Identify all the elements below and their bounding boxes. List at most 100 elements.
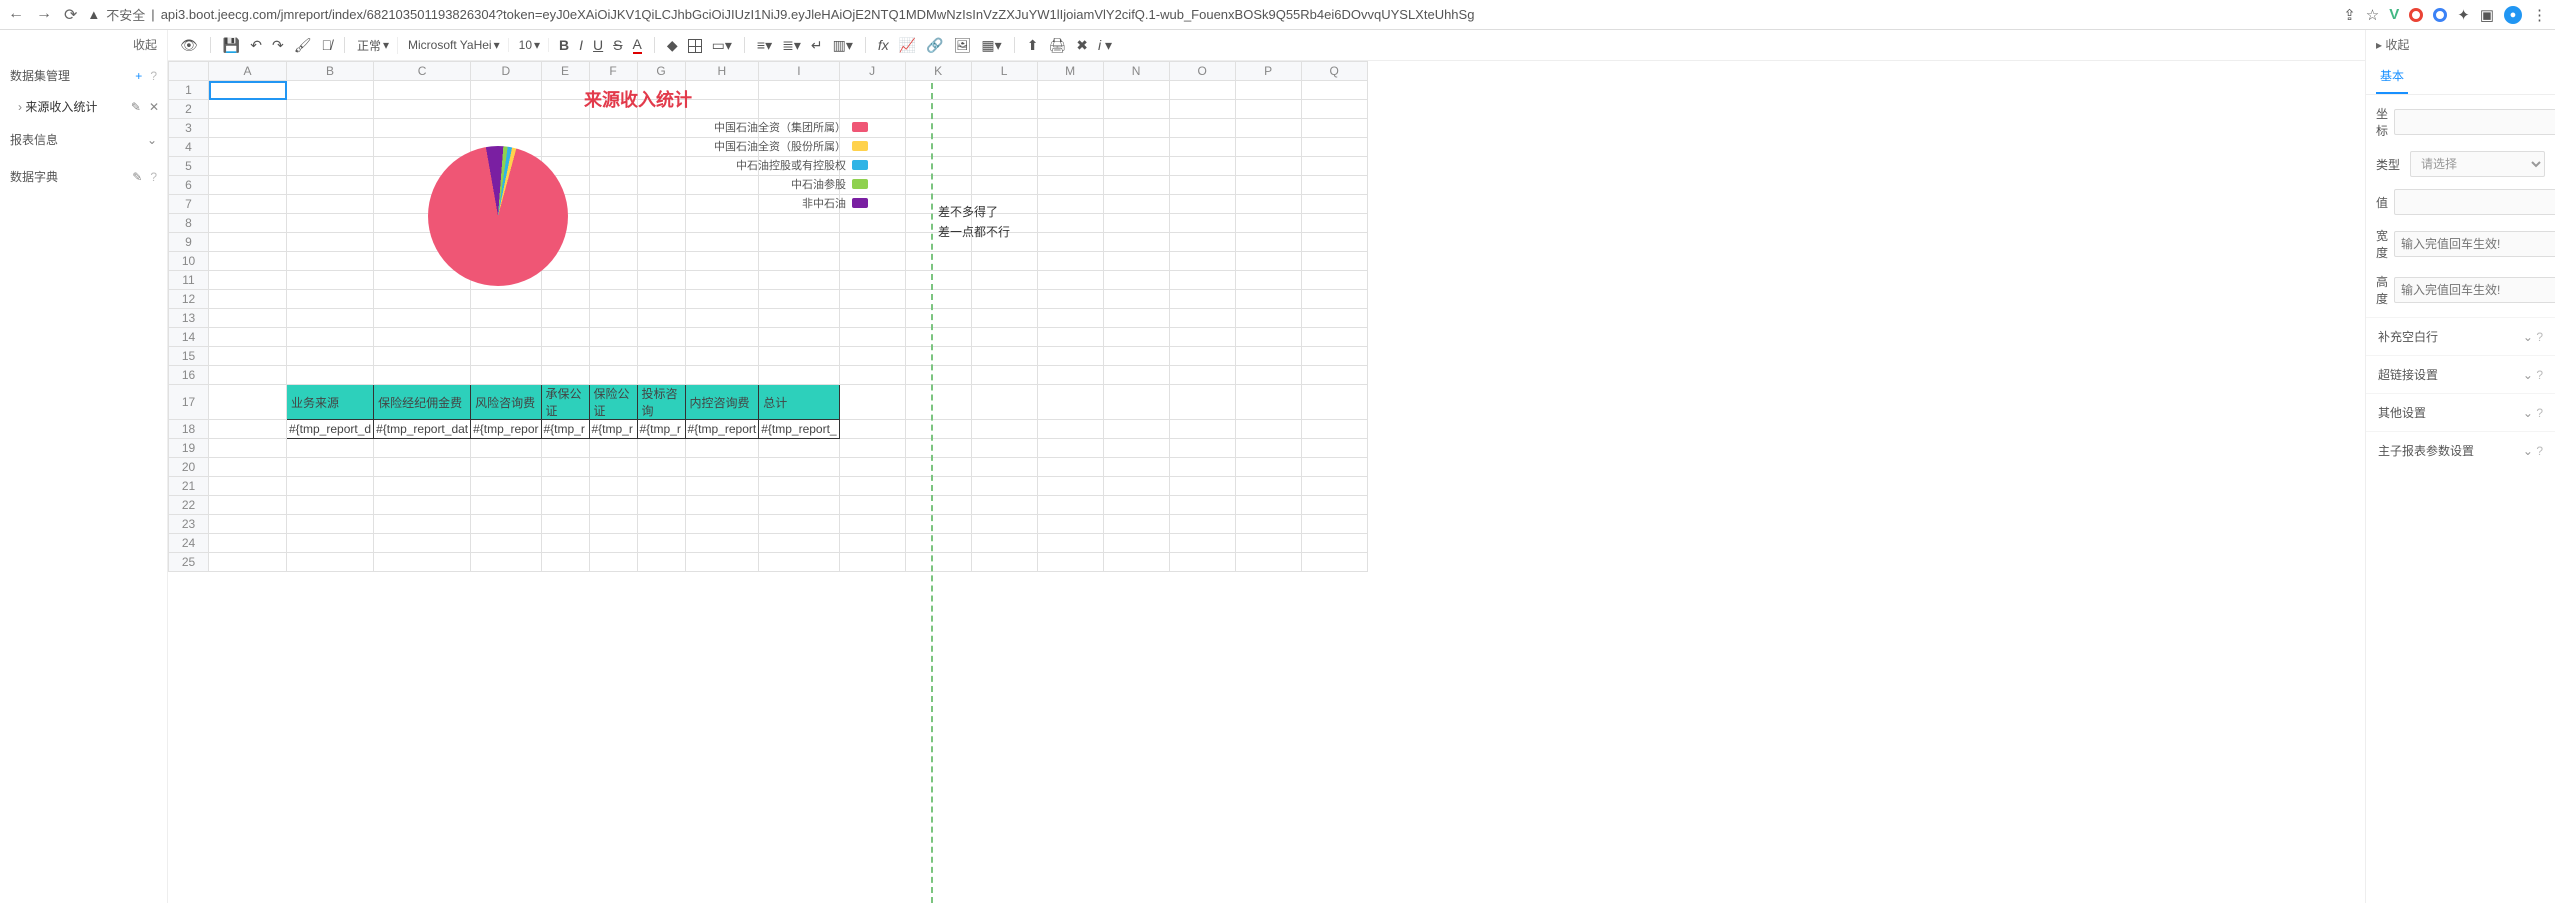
cell[interactable] xyxy=(685,439,759,458)
row-header[interactable]: 13 xyxy=(169,309,209,328)
cell[interactable] xyxy=(1103,458,1169,477)
type-select[interactable]: 请选择 xyxy=(2410,151,2545,177)
width-input[interactable] xyxy=(2394,231,2555,257)
cell[interactable] xyxy=(839,534,905,553)
col-header[interactable]: F xyxy=(589,62,637,81)
cell[interactable] xyxy=(1301,385,1367,420)
cell[interactable] xyxy=(637,458,685,477)
profile-avatar-icon[interactable]: ● xyxy=(2504,6,2522,24)
cell[interactable] xyxy=(209,119,287,138)
cell[interactable] xyxy=(287,534,374,553)
cell[interactable] xyxy=(287,214,374,233)
cell[interactable] xyxy=(1235,309,1301,328)
cell[interactable] xyxy=(1037,100,1103,119)
cell[interactable] xyxy=(1037,328,1103,347)
cell[interactable] xyxy=(1301,138,1367,157)
row-header[interactable]: 25 xyxy=(169,553,209,572)
forward-icon[interactable]: → xyxy=(36,5,52,25)
clear-format-icon[interactable]: Ａ̸ xyxy=(321,37,332,53)
cell[interactable] xyxy=(759,347,839,366)
row-header[interactable]: 12 xyxy=(169,290,209,309)
cell[interactable] xyxy=(1037,477,1103,496)
cell[interactable] xyxy=(1103,439,1169,458)
cell[interactable] xyxy=(839,420,905,439)
underline-icon[interactable]: U xyxy=(593,37,603,53)
back-icon[interactable]: ← xyxy=(8,5,24,25)
cell[interactable] xyxy=(374,366,471,385)
legend-item[interactable]: 中国石油全资（集团所属） xyxy=(714,119,868,135)
cell[interactable] xyxy=(287,515,374,534)
cell[interactable] xyxy=(971,252,1037,271)
cell[interactable] xyxy=(905,309,971,328)
cell[interactable] xyxy=(1103,195,1169,214)
cell[interactable]: #{tmp_report xyxy=(685,420,759,439)
cell[interactable] xyxy=(1169,477,1235,496)
row-header[interactable]: 23 xyxy=(169,515,209,534)
cell[interactable] xyxy=(971,100,1037,119)
cell[interactable] xyxy=(1037,233,1103,252)
cell[interactable] xyxy=(1301,534,1367,553)
cell[interactable] xyxy=(589,347,637,366)
cell[interactable] xyxy=(541,347,589,366)
chart[interactable]: 来源收入统计 中国石油全资（集团所属）中国石油全资（股份所属）中石油控股或有控股… xyxy=(408,86,868,346)
cell[interactable] xyxy=(541,496,589,515)
cell[interactable] xyxy=(287,252,374,271)
cell[interactable] xyxy=(971,385,1037,420)
legend-item[interactable]: 中石油控股或有控股权 xyxy=(714,157,868,173)
cell[interactable] xyxy=(905,477,971,496)
cell[interactable]: #{tmp_repor xyxy=(471,420,541,439)
row-header[interactable]: 6 xyxy=(169,176,209,195)
cell[interactable] xyxy=(209,458,287,477)
cell[interactable] xyxy=(1301,553,1367,572)
col-header[interactable]: M xyxy=(1037,62,1103,81)
qrcode-icon[interactable]: ▦▾ xyxy=(981,37,1001,54)
cell[interactable] xyxy=(1235,328,1301,347)
cell[interactable] xyxy=(971,553,1037,572)
legend-item[interactable]: 中石油参股 xyxy=(714,176,868,192)
cell[interactable] xyxy=(1301,496,1367,515)
cell[interactable] xyxy=(905,328,971,347)
col-header[interactable]: O xyxy=(1169,62,1235,81)
cell[interactable] xyxy=(1301,195,1367,214)
cell[interactable] xyxy=(287,347,374,366)
row-header[interactable]: 2 xyxy=(169,100,209,119)
cell[interactable] xyxy=(971,176,1037,195)
cell[interactable] xyxy=(1103,477,1169,496)
cell[interactable] xyxy=(1301,100,1367,119)
cell[interactable]: 保险经纪佣金费 xyxy=(374,385,471,420)
cell[interactable] xyxy=(1235,138,1301,157)
cell[interactable] xyxy=(905,439,971,458)
cell[interactable] xyxy=(1235,214,1301,233)
cell[interactable]: #{tmp_report_dat xyxy=(374,420,471,439)
cell[interactable] xyxy=(209,290,287,309)
cell[interactable] xyxy=(1037,496,1103,515)
cell[interactable] xyxy=(1169,458,1235,477)
cell[interactable]: 投标咨询 xyxy=(637,385,685,420)
cell[interactable] xyxy=(1169,100,1235,119)
size-select[interactable]: 10 ▾ xyxy=(519,38,549,52)
cell[interactable] xyxy=(685,496,759,515)
font-color-icon[interactable]: A xyxy=(633,36,642,54)
cell[interactable]: #{tmp_r xyxy=(637,420,685,439)
cell[interactable] xyxy=(971,271,1037,290)
cell[interactable] xyxy=(1169,553,1235,572)
cell[interactable] xyxy=(839,496,905,515)
cell[interactable] xyxy=(685,458,759,477)
cell[interactable] xyxy=(209,366,287,385)
clear-icon[interactable]: ✖ xyxy=(1076,37,1088,54)
row-header[interactable]: 11 xyxy=(169,271,209,290)
cell[interactable]: 承保公证 xyxy=(541,385,589,420)
cell[interactable] xyxy=(971,420,1037,439)
cell[interactable] xyxy=(541,439,589,458)
cell[interactable] xyxy=(759,534,839,553)
cell[interactable] xyxy=(1103,252,1169,271)
cell[interactable]: #{tmp_report_ xyxy=(759,420,839,439)
cell[interactable] xyxy=(209,496,287,515)
col-header[interactable]: D xyxy=(471,62,541,81)
cell[interactable] xyxy=(287,328,374,347)
link-icon[interactable]: 🔗 xyxy=(926,37,943,54)
row-header[interactable]: 14 xyxy=(169,328,209,347)
cell[interactable] xyxy=(287,233,374,252)
cell[interactable] xyxy=(471,477,541,496)
align-left-icon[interactable]: ≡▾ xyxy=(757,37,772,54)
